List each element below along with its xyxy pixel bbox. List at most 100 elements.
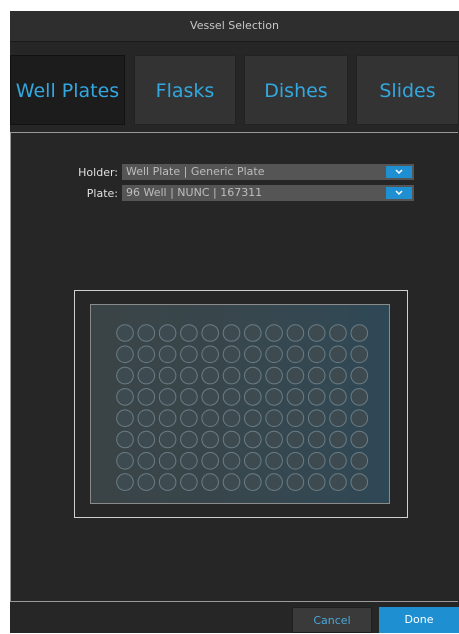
well	[286, 430, 305, 449]
tab-slides[interactable]: Slides	[356, 55, 459, 125]
well	[329, 345, 347, 364]
well	[307, 388, 326, 406]
well	[201, 430, 219, 449]
well	[244, 430, 262, 449]
well	[244, 388, 262, 406]
well	[244, 345, 262, 364]
well	[116, 430, 134, 449]
well	[350, 452, 369, 470]
well	[180, 409, 198, 427]
well	[137, 366, 156, 385]
well	[329, 366, 347, 385]
well	[222, 452, 241, 470]
well	[116, 366, 134, 385]
well	[116, 388, 134, 406]
well	[222, 388, 241, 406]
well	[350, 430, 369, 449]
well	[158, 345, 177, 364]
well	[265, 452, 283, 470]
well	[180, 345, 198, 364]
well	[180, 366, 198, 385]
well	[329, 430, 347, 449]
done-button[interactable]: Done	[379, 607, 459, 633]
cancel-button[interactable]: Cancel	[292, 607, 372, 633]
plate-label: Plate:	[86, 186, 118, 200]
well	[286, 473, 305, 491]
plate-value: 96 Well | NUNC | 167311	[126, 186, 263, 199]
holder-dropdown-button[interactable]	[386, 166, 412, 178]
well	[329, 452, 347, 470]
well	[201, 324, 219, 342]
plate-select[interactable]: 96 Well | NUNC | 167311	[122, 185, 414, 201]
well	[265, 430, 283, 449]
well	[286, 452, 305, 470]
well	[350, 409, 369, 427]
well	[265, 324, 283, 342]
well	[137, 324, 156, 342]
well	[244, 409, 262, 427]
well	[329, 324, 347, 342]
well	[180, 452, 198, 470]
chevron-down-icon	[395, 190, 403, 196]
well	[307, 366, 326, 385]
well	[307, 345, 326, 364]
well	[244, 324, 262, 342]
well	[180, 430, 198, 449]
well	[307, 430, 326, 449]
well	[222, 473, 241, 491]
well	[350, 366, 369, 385]
well	[329, 409, 347, 427]
well	[350, 345, 369, 364]
well	[137, 345, 156, 364]
tab-well-plates[interactable]: Well Plates	[10, 55, 125, 125]
well	[158, 409, 177, 427]
well	[222, 366, 241, 385]
well	[222, 430, 241, 449]
well	[286, 388, 305, 406]
well	[116, 324, 134, 342]
well	[307, 324, 326, 342]
well	[201, 345, 219, 364]
holder-select[interactable]: Well Plate | Generic Plate	[122, 164, 414, 180]
well	[158, 430, 177, 449]
vessel-selection-window: Vessel Selection Well Plates Flasks Dish…	[10, 11, 459, 633]
well	[307, 473, 326, 491]
well	[265, 409, 283, 427]
well	[116, 473, 134, 491]
well	[158, 452, 177, 470]
well	[244, 366, 262, 385]
vessel-type-tabs: Well Plates Flasks Dishes Slides	[10, 55, 459, 125]
well	[137, 452, 156, 470]
well	[286, 409, 305, 427]
well	[265, 345, 283, 364]
well	[116, 452, 134, 470]
well	[265, 388, 283, 406]
well	[222, 345, 241, 364]
well	[286, 345, 305, 364]
well	[137, 409, 156, 427]
well	[350, 473, 369, 491]
well	[158, 388, 177, 406]
well	[158, 473, 177, 491]
well	[201, 473, 219, 491]
well-grid	[116, 324, 369, 491]
well	[137, 473, 156, 491]
plate-dropdown-button[interactable]	[386, 187, 412, 199]
tab-dishes[interactable]: Dishes	[244, 55, 348, 125]
well	[244, 473, 262, 491]
tab-flasks[interactable]: Flasks	[134, 55, 236, 125]
holder-value: Well Plate | Generic Plate	[126, 165, 265, 178]
well	[116, 345, 134, 364]
well	[201, 388, 219, 406]
holder-row: Holder: Well Plate | Generic Plate	[70, 164, 414, 180]
well	[286, 366, 305, 385]
well	[180, 324, 198, 342]
chevron-down-icon	[395, 169, 403, 175]
well	[158, 324, 177, 342]
well	[265, 366, 283, 385]
window-title: Vessel Selection	[10, 11, 459, 42]
well	[222, 324, 241, 342]
well	[350, 388, 369, 406]
vessel-settings-panel: Holder: Well Plate | Generic Plate Plate…	[10, 132, 458, 602]
well	[137, 430, 156, 449]
